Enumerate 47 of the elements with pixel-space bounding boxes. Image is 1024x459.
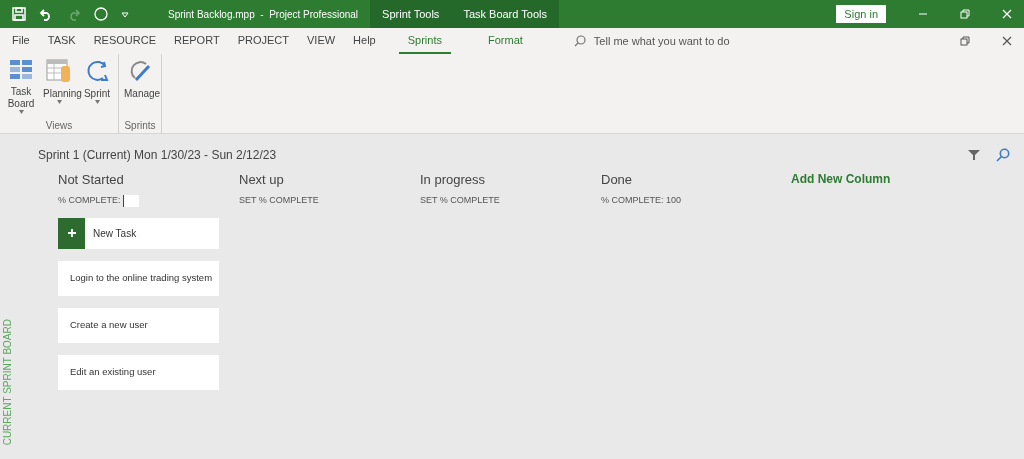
ribbon-tab[interactable]: Format xyxy=(479,28,532,54)
column-title: Not Started xyxy=(58,171,125,189)
ribbon-tab[interactable]: RESOURCE xyxy=(84,28,165,54)
save-icon[interactable] xyxy=(12,7,26,21)
ribbon-tab[interactable]: Help xyxy=(344,28,385,54)
board-icon xyxy=(9,58,33,82)
task-card[interactable]: Edit an existing user xyxy=(58,354,219,390)
tell-me-field[interactable]: Tell me what you want to do xyxy=(593,32,794,50)
ribbon-button[interactable]: Task Board xyxy=(3,58,39,118)
search-icon xyxy=(573,35,586,47)
sign-in-button[interactable]: Sign in xyxy=(836,5,886,23)
context-tab-label: Sprint Tools xyxy=(381,6,441,22)
plus-icon xyxy=(67,229,76,237)
setting-label: % COMPLETE: 100 xyxy=(601,193,682,207)
ribbon-tab[interactable]: TASK xyxy=(38,28,85,54)
add-column-link[interactable]: Add New Column xyxy=(791,170,891,188)
caret-icon xyxy=(56,100,62,104)
sprint-title: Sprint 1 (Current) Mon 1/30/23 - Sun 2/12/23 xyxy=(38,147,277,164)
close-icon[interactable] xyxy=(1002,36,1012,46)
group-label: Views xyxy=(45,119,73,133)
restore-icon[interactable] xyxy=(960,36,970,46)
ribbon-tab[interactable]: File xyxy=(3,28,39,54)
restore-icon[interactable] xyxy=(960,9,970,19)
caret-icon xyxy=(94,100,100,104)
ribbon-tab[interactable]: REPORT xyxy=(165,28,229,54)
window-title: Sprint Backlog.mpp - Project Professional xyxy=(168,7,359,22)
ribbon-button[interactable]: Manage xyxy=(122,58,158,118)
caret-icon xyxy=(18,110,24,114)
column-title: In progress xyxy=(420,171,487,189)
filter-icon[interactable] xyxy=(968,149,980,161)
column-title: Done xyxy=(601,171,634,189)
search-icon[interactable] xyxy=(996,148,1010,162)
side-label: CURRENT SPRINT BOARD xyxy=(1,318,14,445)
group-label: Sprints xyxy=(124,119,156,133)
percent-field[interactable] xyxy=(122,194,139,207)
customize-icon[interactable] xyxy=(120,9,130,19)
table-icon xyxy=(46,58,72,84)
task-card[interactable]: Create a new user xyxy=(58,307,219,343)
set-complete-link[interactable]: SET % COMPLETE xyxy=(239,193,319,208)
ribbon-tab[interactable]: VIEW xyxy=(298,28,345,54)
new-task-button[interactable]: New Task xyxy=(58,217,219,249)
ribbon-tab[interactable]: PROJECT xyxy=(228,28,298,54)
task-card[interactable]: Login to the online trading system xyxy=(58,260,219,296)
setting-label: % COMPLETE: xyxy=(58,193,121,207)
set-complete-link[interactable]: SET % COMPLETE xyxy=(420,193,500,208)
context-tab-label: Task Board Tools xyxy=(462,6,548,22)
column-title: Next up xyxy=(239,171,285,189)
